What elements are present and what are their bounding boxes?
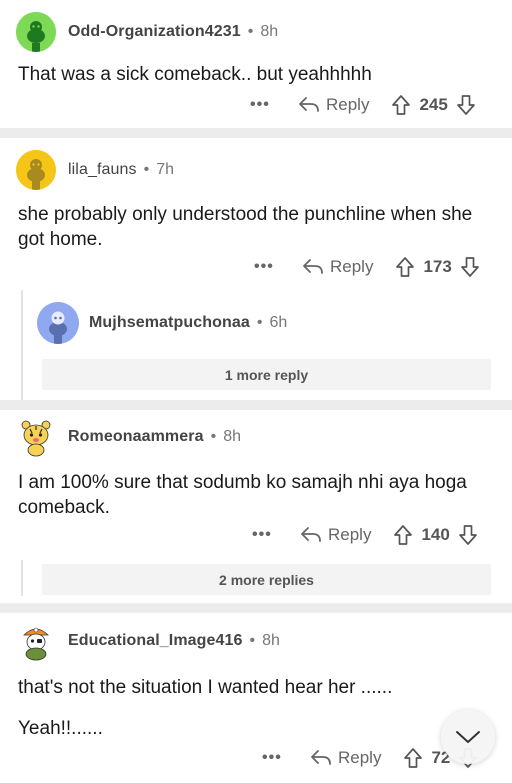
comment-age: 8h [223, 428, 241, 445]
comment-4: Educational_Image416 • 8h that's not the… [0, 613, 512, 783]
reply-arrow-icon [299, 97, 319, 112]
vote-count: 140 [421, 525, 450, 544]
comment-actions: ••• Reply 173 [254, 253, 480, 281]
reply-button[interactable]: Reply [298, 95, 369, 115]
comment-actions: ••• Reply 245 [250, 91, 476, 119]
comment-divider [0, 603, 512, 613]
more-options-button[interactable]: ••• [252, 526, 286, 544]
comment-body-line-2: Yeah!!...... [18, 718, 103, 739]
comment-3: Romeonaammera • 8h I am 100% sure that s… [0, 410, 512, 603]
comment-age: 6h [269, 314, 288, 331]
comment-age: 7h [156, 161, 175, 178]
comment-age: 8h [260, 23, 279, 40]
thread-line[interactable] [21, 560, 23, 596]
comment-header: Romeonaammera • 8h [16, 417, 241, 457]
more-options-button[interactable]: ••• [262, 749, 296, 767]
separator-dot: • [249, 632, 256, 649]
separator-dot: • [256, 314, 263, 331]
avatar[interactable] [16, 12, 56, 52]
vote-count: 245 [419, 95, 448, 114]
downvote-arrow-icon[interactable] [460, 256, 480, 278]
avatar[interactable] [16, 621, 56, 661]
reply-arrow-icon [303, 259, 323, 274]
comment-body: That was a sick comeback.. but yeahhhhh [18, 64, 372, 85]
downvote-arrow-icon[interactable] [456, 94, 476, 116]
comment-age: 8h [262, 632, 280, 649]
avatar[interactable] [16, 150, 56, 190]
comment-1: Odd-Organization4231 • 8h That was a sic… [0, 0, 512, 128]
more-options-button[interactable]: ••• [254, 258, 288, 276]
reply-label: Reply [328, 525, 372, 544]
avatar[interactable] [16, 417, 56, 457]
scroll-down-button[interactable] [441, 710, 495, 764]
comment-body: she probably only understood the punchli… [18, 204, 473, 250]
snoo-avatar-icon [16, 150, 56, 190]
reply-button[interactable]: Reply [310, 748, 381, 768]
comment-body: I am 100% sure that sodumb ko samajh nhi… [18, 472, 467, 518]
tiger-avatar-icon [16, 417, 56, 457]
reply-label: Reply [326, 95, 370, 114]
vote-controls: 173 [395, 256, 479, 278]
chevron-down-icon [456, 731, 480, 743]
username[interactable]: Odd-Organization4231 [68, 23, 241, 41]
snoo-avatar-icon [37, 302, 79, 344]
reply-button[interactable]: Reply [302, 257, 373, 277]
comment-actions: ••• Reply 140 [252, 521, 478, 549]
username[interactable]: Mujhsematpuchonaa [89, 314, 250, 332]
separator-dot: • [247, 23, 254, 40]
nested-comment-header: Mujhsematpuchonaa • 6h [37, 302, 287, 344]
avatar[interactable] [37, 302, 79, 344]
comment-header: Odd-Organization4231 • 8h [16, 12, 278, 52]
comment-divider [0, 400, 512, 410]
username[interactable]: lila_fauns [68, 161, 137, 179]
downvote-arrow-icon[interactable] [458, 524, 478, 546]
comment-header: lila_fauns • 7h [16, 150, 174, 190]
reply-arrow-icon [311, 750, 331, 765]
more-options-button[interactable]: ••• [250, 96, 284, 114]
thread-line[interactable] [21, 290, 23, 400]
vote-controls: 245 [391, 94, 475, 116]
vote-controls: 140 [393, 524, 477, 546]
reply-arrow-icon [301, 527, 321, 542]
username[interactable]: Romeonaammera [68, 428, 204, 446]
username[interactable]: Educational_Image416 [68, 632, 243, 650]
vote-count: 173 [423, 257, 452, 276]
separator-dot: • [210, 428, 217, 445]
more-replies-button[interactable]: 2 more replies [42, 564, 491, 595]
snoo-avatar-icon [16, 12, 56, 52]
reply-label: Reply [338, 748, 382, 767]
separator-dot: • [143, 161, 150, 178]
upvote-arrow-icon[interactable] [393, 524, 413, 546]
comment-divider [0, 128, 512, 138]
more-replies-button[interactable]: 1 more reply [42, 359, 491, 390]
upvote-arrow-icon[interactable] [395, 256, 415, 278]
reply-button[interactable]: Reply [300, 525, 371, 545]
pirate-avatar-icon [16, 621, 56, 661]
upvote-arrow-icon[interactable] [403, 747, 423, 769]
reply-label: Reply [330, 257, 374, 276]
upvote-arrow-icon[interactable] [391, 94, 411, 116]
comment-header: Educational_Image416 • 8h [16, 621, 280, 661]
comment-body-line-1: that's not the situation I wanted hear h… [18, 677, 393, 698]
comment-2: lila_fauns • 7h she probably only unders… [0, 138, 512, 400]
